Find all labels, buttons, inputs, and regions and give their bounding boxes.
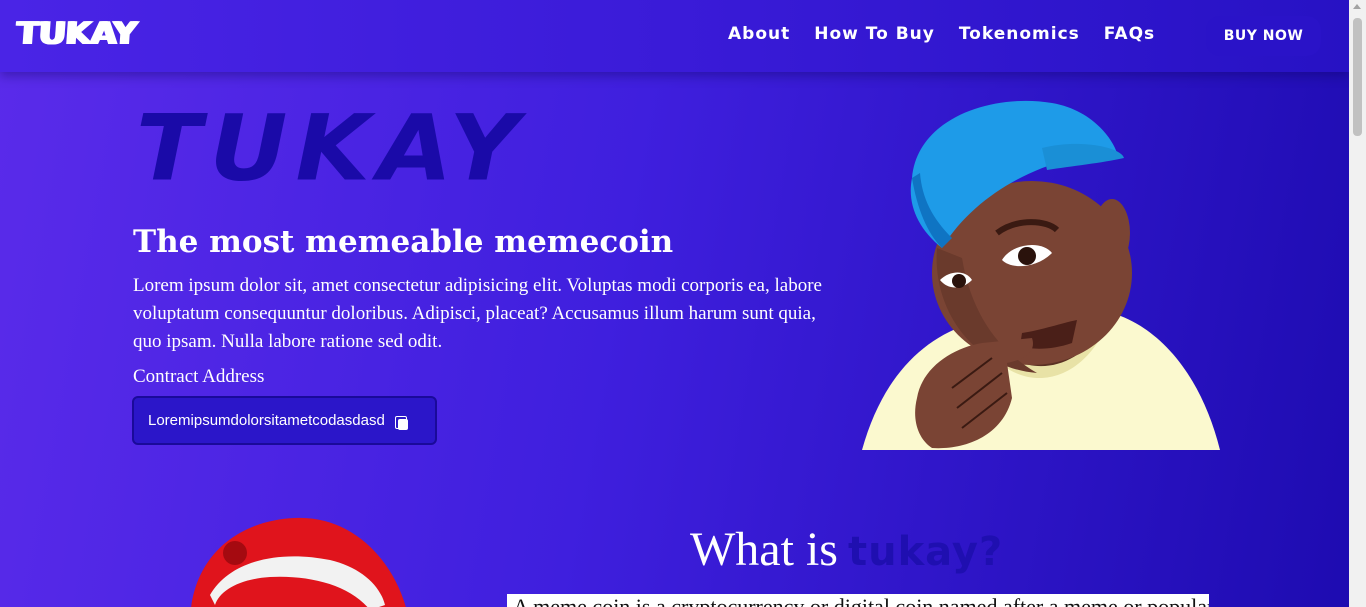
mascot-illustration — [862, 100, 1220, 450]
about-card-text: A meme coin is a cryptocurrency or digit… — [513, 594, 1209, 607]
about-title: What is tukay? — [690, 522, 1003, 577]
contract-address-value: Loremipsumdolorsitametcodasdasd — [148, 412, 385, 429]
santa-hat-illustration — [191, 517, 406, 607]
contract-label: Contract Address — [133, 366, 265, 387]
copy-icon[interactable] — [394, 415, 409, 430]
header: TUKAY About How To Buy Tokenomics FAQs B… — [0, 0, 1349, 72]
contract-address-box[interactable]: Loremipsumdolorsitametcodasdasd — [132, 396, 437, 445]
hero-title: The most memeable memecoin — [133, 224, 674, 260]
about-card: A meme coin is a cryptocurrency or digit… — [507, 594, 1209, 607]
about-title-prefix: What is — [690, 523, 838, 576]
page: TUKAY About How To Buy Tokenomics FAQs B… — [0, 0, 1349, 607]
nav-faqs[interactable]: FAQs — [1104, 24, 1155, 44]
hero-background-title: TUKAY — [136, 94, 527, 202]
scrollbar[interactable] — [1349, 0, 1366, 607]
scrollbar-thumb[interactable] — [1353, 18, 1362, 136]
main-nav: About How To Buy Tokenomics FAQs — [728, 24, 1179, 44]
about-title-accent: tukay? — [847, 529, 1004, 575]
nav-tokenomics[interactable]: Tokenomics — [959, 24, 1080, 44]
hero-description: Lorem ipsum dolor sit, amet consectetur … — [133, 275, 822, 352]
logo[interactable]: TUKAY — [15, 16, 137, 53]
scroll-up-arrow-icon[interactable] — [1353, 4, 1361, 9]
nav-how-to-buy[interactable]: How To Buy — [814, 24, 935, 44]
buy-now-button[interactable]: BUY NOW — [1206, 16, 1321, 56]
nav-about[interactable]: About — [728, 24, 790, 44]
